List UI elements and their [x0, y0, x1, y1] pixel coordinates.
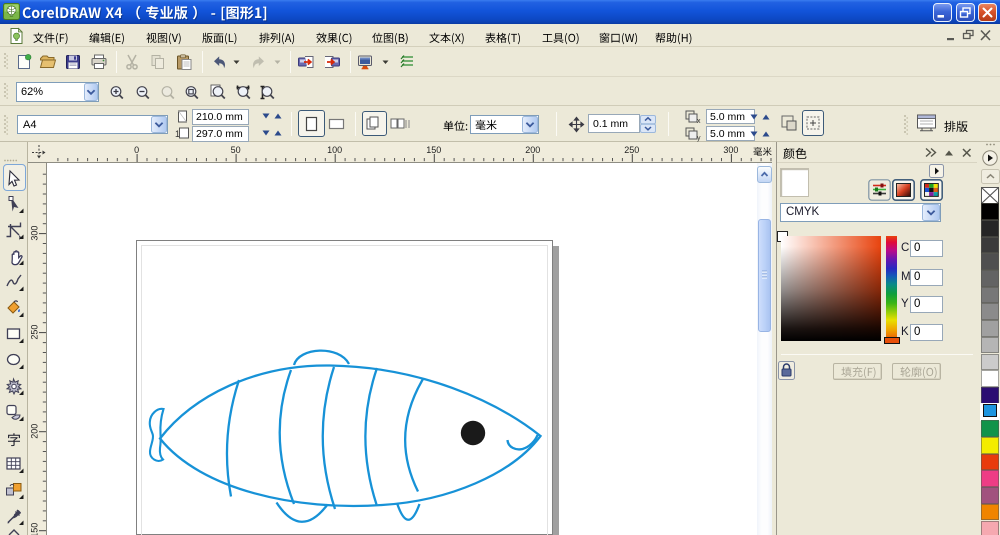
svg-text:x: x [697, 118, 701, 125]
svg-text:250: 250 [624, 145, 639, 155]
svg-text:150: 150 [426, 145, 441, 155]
svg-text:100: 100 [327, 145, 342, 155]
svg-text:200: 200 [525, 145, 540, 155]
svg-text:250: 250 [30, 325, 40, 340]
svg-text:y: y [697, 135, 701, 142]
svg-text:200: 200 [30, 424, 40, 439]
svg-text:0: 0 [134, 145, 139, 155]
svg-text:150: 150 [30, 523, 40, 535]
svg-text:300: 300 [723, 145, 738, 155]
svg-text:300: 300 [30, 226, 40, 241]
svg-text:50: 50 [231, 145, 241, 155]
